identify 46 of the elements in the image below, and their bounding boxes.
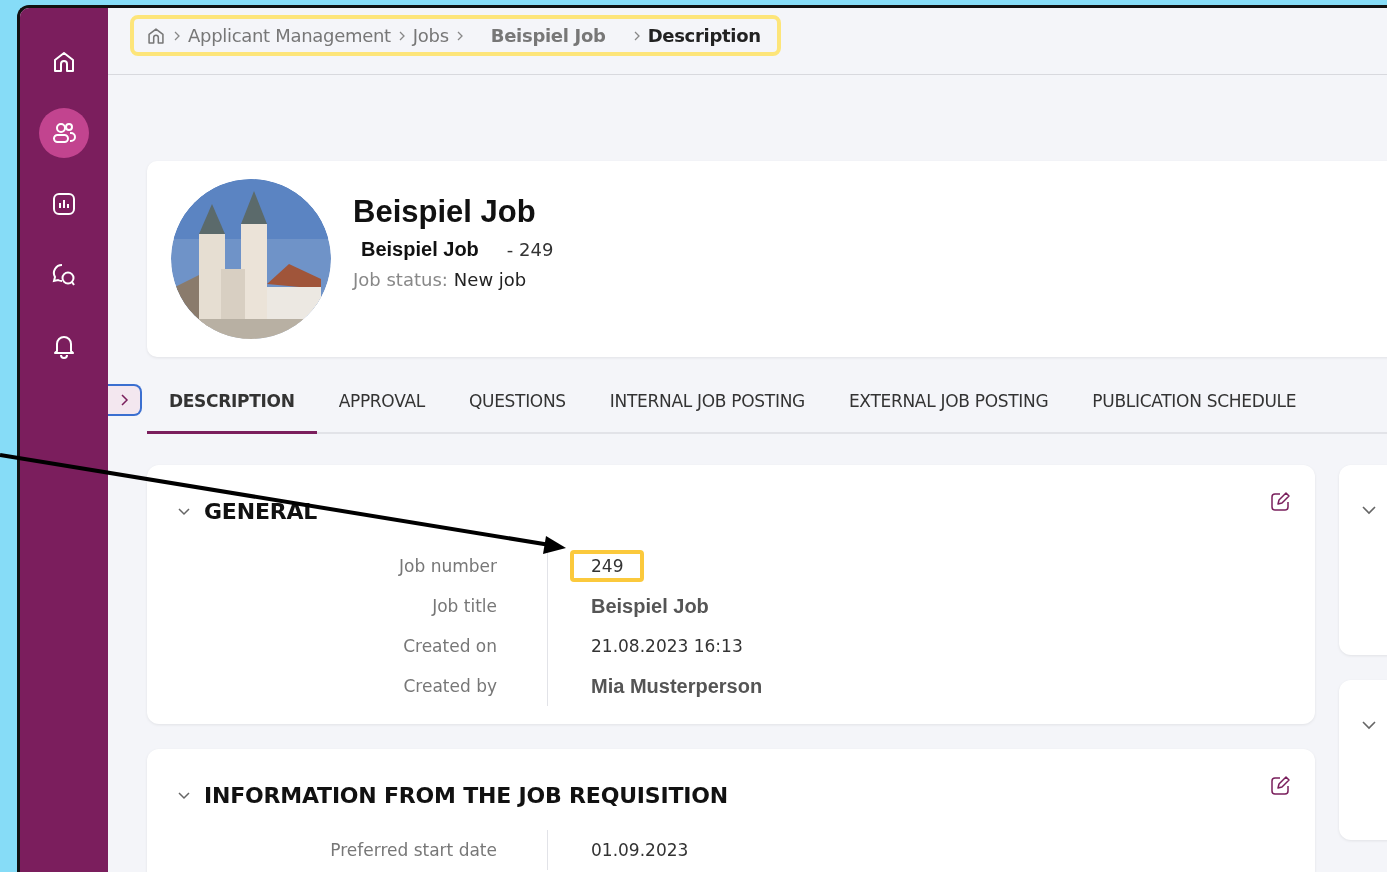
expand-sidebar-button[interactable] <box>108 384 142 416</box>
edit-icon[interactable] <box>1269 491 1291 513</box>
chart-icon <box>51 191 77 217</box>
job-subtitle: Beispiel Job <box>361 238 479 261</box>
chevron-down-icon[interactable] <box>177 506 191 517</box>
field-value: 01.09.2023 <box>590 839 690 862</box>
breadcrumb-link[interactable]: Applicant Management <box>188 25 391 46</box>
chat-icon <box>51 262 77 288</box>
tab[interactable]: APPROVAL <box>316 381 447 434</box>
field-label: Created by <box>402 675 498 698</box>
field-label: Job title <box>430 595 498 618</box>
tab[interactable]: QUESTIONS <box>446 381 588 434</box>
chevron-down-icon[interactable] <box>1361 720 1377 730</box>
breadcrumb-current: Description <box>647 25 761 46</box>
people-icon <box>51 120 77 146</box>
chevron-right-icon <box>455 29 464 42</box>
chevron-down-icon[interactable] <box>1361 505 1377 515</box>
chevron-right-icon <box>397 29 406 42</box>
field-label: Job number <box>397 555 498 578</box>
field-value: Beispiel Job <box>590 593 710 619</box>
chevron-right-icon <box>173 29 181 42</box>
field-label: Created on <box>402 635 498 658</box>
section-title: GENERAL <box>204 499 318 524</box>
home-icon <box>51 49 77 75</box>
tab[interactable]: INTERNAL JOB POSTING <box>587 381 827 434</box>
chevron-right-icon <box>118 393 130 407</box>
sidebar-item[interactable] <box>39 108 89 158</box>
home-icon[interactable] <box>146 25 166 46</box>
bell-icon <box>51 333 77 359</box>
edit-icon[interactable] <box>1269 775 1291 797</box>
tab[interactable]: DESCRIPTION <box>147 381 317 434</box>
field-value: 21.08.2023 16:13 <box>590 635 744 658</box>
section-title: INFORMATION FROM THE JOB REQUISITION <box>204 783 728 808</box>
status-value: New job <box>453 269 527 290</box>
job-number: - 249 <box>506 239 554 260</box>
breadcrumb-link[interactable]: Jobs <box>412 25 449 46</box>
field-label: Preferred start date <box>329 839 498 862</box>
field-value: Mia Musterperson <box>590 673 764 699</box>
tab[interactable]: PUBLICATION SCHEDULE <box>1070 381 1319 434</box>
chevron-down-icon[interactable] <box>177 790 191 801</box>
job-title: Beispiel Job <box>353 194 537 230</box>
status-label: Job status: <box>353 269 448 290</box>
breadcrumb-link[interactable]: Beispiel Job <box>490 25 606 46</box>
field-value: 249 <box>570 550 645 582</box>
chevron-right-icon <box>632 29 641 42</box>
tab[interactable]: EXTERNAL JOB POSTING <box>826 381 1071 434</box>
